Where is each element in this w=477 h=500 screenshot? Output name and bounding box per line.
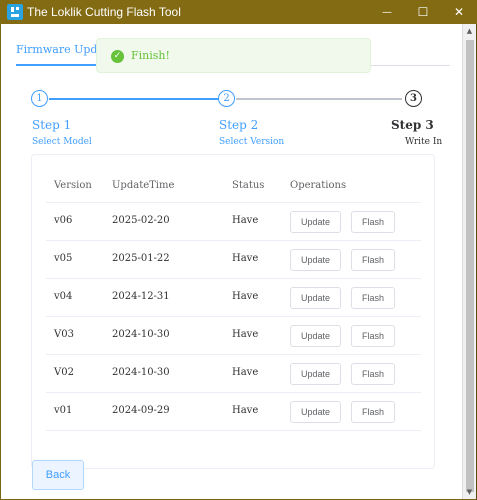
update-button[interactable]: Update (290, 211, 341, 233)
client-area: Firmware Update ✓ Finish! 1 2 3 Step 1 S… (1, 24, 462, 499)
step-2-circle: 2 (218, 90, 235, 107)
cell-version: v06 (54, 215, 73, 226)
check-circle-icon: ✓ (111, 50, 124, 63)
update-button[interactable]: Update (290, 249, 341, 271)
cell-status: Have (232, 253, 259, 264)
cell-version: v01 (54, 405, 73, 416)
step-indicator: 1 2 3 Step 1 Select Model Step 2 Select … (31, 89, 443, 149)
title-bar[interactable]: The Loklik Cutting Flash Tool — ☐ ✕ (0, 0, 477, 24)
cell-version: V02 (54, 367, 74, 378)
app-window: The Loklik Cutting Flash Tool — ☐ ✕ Firm… (0, 0, 477, 500)
flash-button[interactable]: Flash (351, 211, 395, 233)
table-row: v01 2024-09-29 Have Update Flash (46, 393, 421, 431)
flash-button[interactable]: Flash (351, 401, 395, 423)
firmware-table: Version UpdateTime Status Operations v06… (31, 154, 435, 469)
flash-button[interactable]: Flash (351, 325, 395, 347)
step-connector-2 (236, 98, 402, 100)
vertical-scrollbar[interactable]: ▲ ▼ (462, 24, 476, 499)
app-logo-icon (7, 4, 23, 20)
table-header: Version UpdateTime Status Operations (46, 173, 421, 203)
update-button[interactable]: Update (290, 363, 341, 385)
cell-version: v04 (54, 291, 73, 302)
step-connector-1 (49, 98, 227, 100)
step-2-description: Select Version (219, 137, 285, 147)
step-2-title: Step 2 (219, 118, 259, 132)
close-icon: ✕ (453, 5, 465, 19)
table-row: V03 2024-10-30 Have Update Flash (46, 317, 421, 355)
header-update-time: UpdateTime (112, 180, 175, 191)
step-1-title: Step 1 (32, 118, 72, 132)
cell-status: Have (232, 367, 259, 378)
window-title: The Loklik Cutting Flash Tool (27, 5, 181, 19)
step-3-circle: 3 (405, 90, 422, 107)
update-button[interactable]: Update (290, 287, 341, 309)
close-button[interactable]: ✕ (441, 0, 477, 24)
header-status: Status (232, 180, 265, 191)
cell-status: Have (232, 405, 259, 416)
minimize-button[interactable]: — (369, 0, 405, 24)
header-version: Version (54, 180, 92, 191)
table-row: v04 2024-12-31 Have Update Flash (46, 279, 421, 317)
cell-update-time: 2024-10-30 (112, 329, 170, 340)
header-operations: Operations (290, 180, 347, 191)
step-1-description: Select Model (32, 137, 92, 147)
scroll-up-icon[interactable]: ▲ (463, 24, 476, 38)
cell-update-time: 2024-10-30 (112, 367, 170, 378)
cell-update-time: 2024-12-31 (112, 291, 170, 302)
flash-button[interactable]: Flash (351, 363, 395, 385)
back-button[interactable]: Back (32, 460, 84, 490)
scrollbar-thumb[interactable] (466, 40, 474, 492)
update-button[interactable]: Update (290, 401, 341, 423)
cell-status: Have (232, 291, 259, 302)
toast-message: Finish! (131, 49, 170, 62)
table-row: V02 2024-10-30 Have Update Flash (46, 355, 421, 393)
step-1-circle: 1 (31, 90, 48, 107)
maximize-button[interactable]: ☐ (405, 0, 441, 24)
cell-version: v05 (54, 253, 73, 264)
cell-status: Have (232, 215, 259, 226)
scroll-down-icon[interactable]: ▼ (463, 485, 476, 499)
cell-update-time: 2025-02-20 (112, 215, 170, 226)
table-row: v06 2025-02-20 Have Update Flash (46, 203, 421, 241)
table-body: v06 2025-02-20 Have Update Flash v05 202… (46, 203, 421, 431)
step-3-title: Step 3 (391, 118, 434, 132)
success-toast: ✓ Finish! (96, 38, 371, 73)
cell-update-time: 2025-01-22 (112, 253, 170, 264)
flash-button[interactable]: Flash (351, 249, 395, 271)
table-row: v05 2025-01-22 Have Update Flash (46, 241, 421, 279)
flash-button[interactable]: Flash (351, 287, 395, 309)
update-button[interactable]: Update (290, 325, 341, 347)
maximize-icon: ☐ (417, 5, 429, 19)
cell-version: V03 (54, 329, 74, 340)
cell-status: Have (232, 329, 259, 340)
step-3-description: Write In (405, 137, 443, 147)
cell-update-time: 2024-09-29 (112, 405, 170, 416)
minimize-icon: — (382, 6, 392, 18)
